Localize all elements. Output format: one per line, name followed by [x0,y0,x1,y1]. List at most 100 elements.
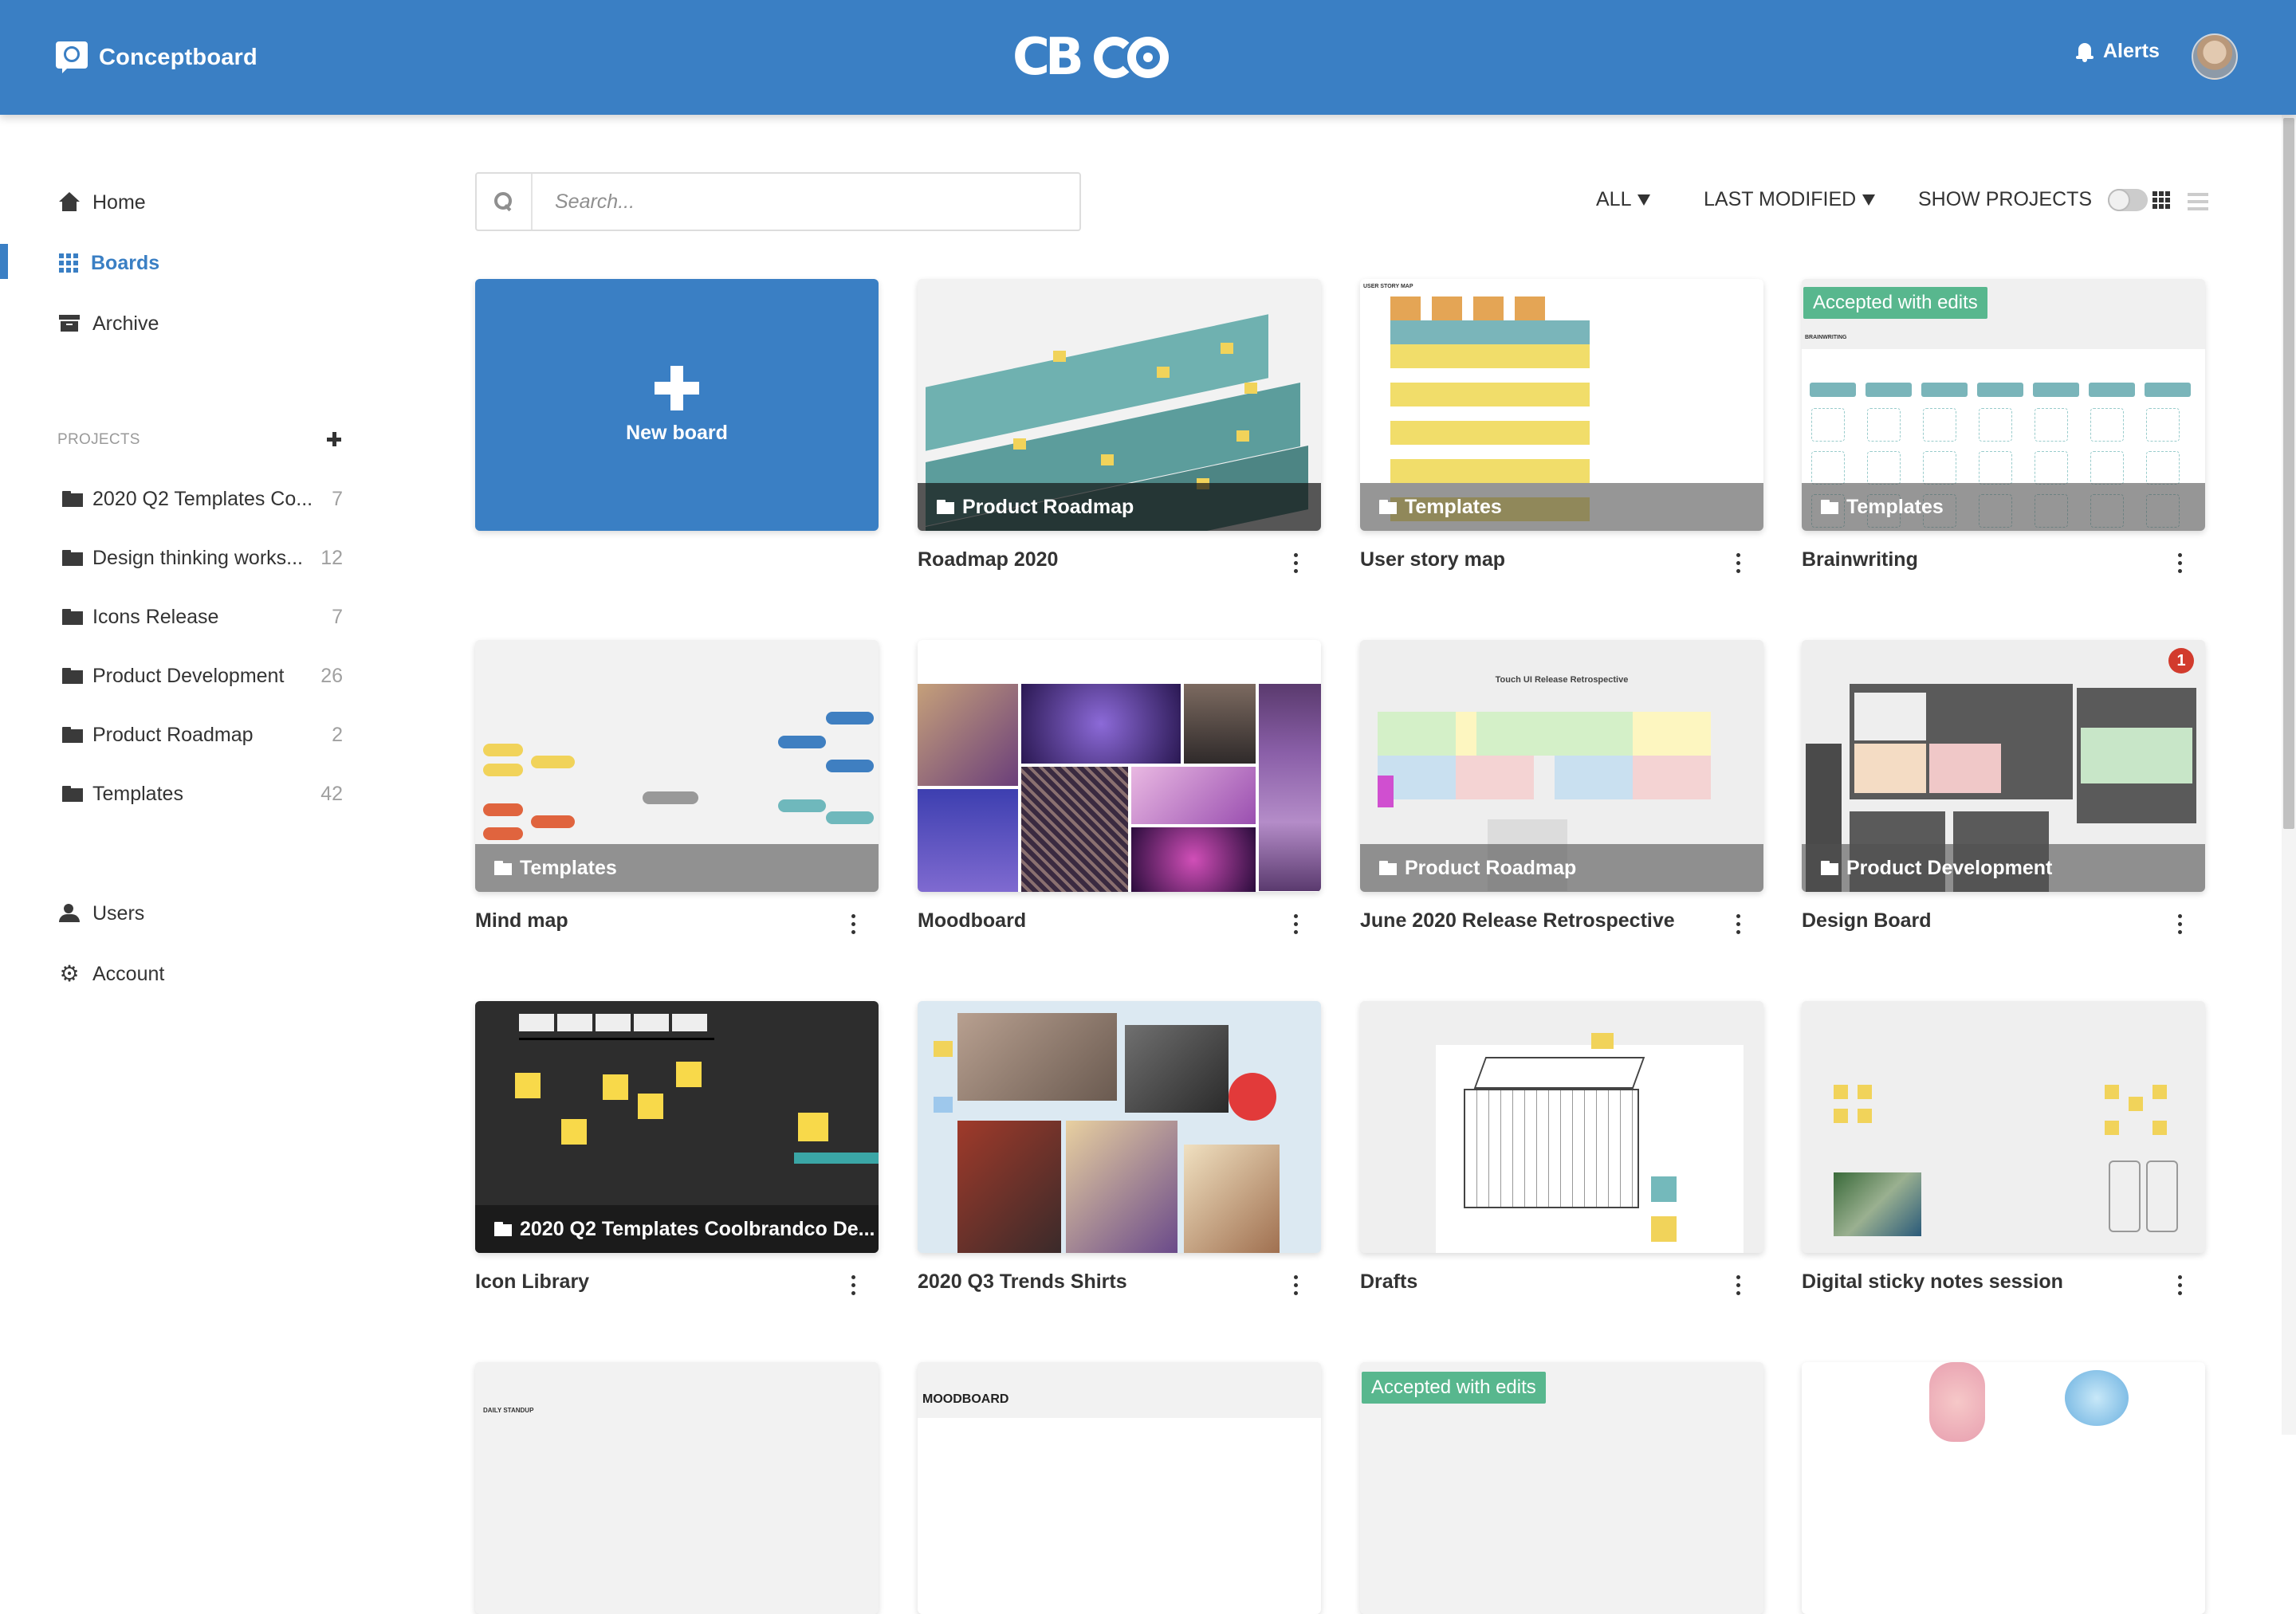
alerts-button[interactable]: Alerts [2076,40,2160,63]
thumbnail-heading: BRAINWRITING [1805,335,1847,340]
more-options-icon[interactable] [848,914,858,938]
board-thumbnail[interactable]: DAILY STANDUP [475,1362,879,1614]
board-card[interactable] [1802,1362,2205,1614]
scrollbar-thumb[interactable] [2283,118,2294,829]
board-card[interactable]: Digital sticky notes session [1802,1001,2205,1295]
board-card[interactable]: Templates Mind map [475,640,879,934]
add-project-button[interactable] [327,432,343,448]
project-count: 7 [332,605,343,628]
sort-dropdown[interactable]: LAST MODIFIED [1704,188,1876,211]
user-avatar[interactable] [2192,33,2238,80]
sticky-note [1515,296,1545,320]
board-thumbnail[interactable]: Touch UI Release Retrospective Product R… [1360,640,1763,892]
board-thumbnail[interactable]: 2020 Q2 Templates Coolbrandco De... [475,1001,879,1253]
more-options-icon[interactable] [1291,553,1300,577]
grid-view-icon[interactable] [2152,191,2170,209]
board-title[interactable]: Mind map [475,909,568,933]
folder-icon [937,500,954,514]
new-board-button[interactable]: New board [475,279,879,531]
search-input[interactable] [533,174,1079,230]
board-card[interactable]: Accepted with edits [1360,1362,1763,1614]
show-projects-label: SHOW PROJECTS [1918,188,2093,210]
project-item[interactable]: Design thinking works... 12 [62,542,343,574]
more-options-icon[interactable] [2175,553,2184,577]
board-title[interactable]: Drafts [1360,1270,1417,1294]
more-options-icon[interactable] [2175,914,2184,938]
board-title[interactable]: June 2020 Release Retrospective [1360,909,1675,933]
more-options-icon[interactable] [1733,1275,1743,1299]
board-thumbnail[interactable] [1802,1001,2205,1253]
show-projects-control: SHOW PROJECTS [1918,188,2149,211]
board-title[interactable]: Design Board [1802,909,1932,933]
top-header: Conceptboard CB Alerts [0,0,2296,115]
list-view-icon[interactable] [2188,193,2208,214]
project-name: Design thinking works... [92,546,304,569]
filter-dropdown[interactable]: ALL [1596,188,1651,211]
board-project: 2020 Q2 Templates Coolbrandco De... [520,1217,875,1240]
board-card[interactable]: DAILY STANDUP [475,1362,879,1614]
board-thumbnail[interactable]: 1 Product Development [1802,640,2205,892]
status-badge: Accepted with edits [1803,287,1987,319]
project-item[interactable]: Templates 42 [62,778,343,810]
sidebar-item-archive[interactable]: Archive [59,308,159,340]
workspace-logo[interactable]: CB [1012,32,1169,83]
more-options-icon[interactable] [848,1275,858,1299]
board-title[interactable]: Roadmap 2020 [918,548,1058,571]
search-button[interactable] [477,174,533,230]
board-title[interactable]: User story map [1360,548,1505,571]
board-card[interactable]: Moodboard [918,640,1321,934]
more-options-icon[interactable] [2175,1275,2184,1299]
filter-label: ALL [1596,188,1632,210]
folder-icon [1821,861,1838,875]
board-card[interactable]: Drafts [1360,1001,1763,1295]
show-projects-toggle[interactable] [2108,188,2149,211]
project-item[interactable]: Icons Release 7 [62,601,343,633]
board-thumbnail[interactable]: BRAINWRITING Accepted with edits Templat… [1802,279,2205,531]
folder-icon [494,861,512,875]
brand-link[interactable]: Conceptboard [56,38,258,77]
board-title[interactable]: Icon Library [475,1270,589,1294]
project-name: Icons Release [92,605,219,628]
board-thumbnail[interactable]: Accepted with edits [1360,1362,1763,1614]
board-card[interactable]: MOODBOARD [918,1362,1321,1614]
board-thumbnail[interactable]: MOODBOARD [918,1362,1321,1614]
users-icon [59,903,80,924]
board-title[interactable]: Moodboard [918,909,1026,933]
board-card[interactable]: Product Roadmap Roadmap 2020 [918,279,1321,573]
project-item[interactable]: Product Roadmap 2 [62,719,343,751]
sidebar-item-users[interactable]: Users [59,897,144,929]
board-card[interactable]: BRAINWRITING Accepted with edits Templat… [1802,279,2205,573]
thumbnail-heading: Touch UI Release Retrospective [1495,675,1629,685]
board-thumbnail[interactable]: Templates [475,640,879,892]
board-card[interactable]: Touch UI Release Retrospective Product R… [1360,640,1763,934]
folder-icon [494,1222,512,1236]
board-card[interactable]: 2020 Q2 Templates Coolbrandco De... Icon… [475,1001,879,1295]
board-thumbnail[interactable] [1360,1001,1763,1253]
board-title[interactable]: Brainwriting [1802,548,1918,571]
conceptboard-logo-icon [56,41,88,73]
more-options-icon[interactable] [1733,553,1743,577]
project-item[interactable]: 2020 Q2 Templates Co... 7 [62,483,343,515]
board-thumbnail[interactable]: Product Roadmap [918,279,1321,531]
board-card[interactable]: 1 Product Development Design Board [1802,640,2205,934]
project-item[interactable]: Product Development 26 [62,660,343,692]
board-card[interactable]: 2020 Q3 Trends Shirts [918,1001,1321,1295]
board-thumbnail[interactable] [1802,1362,2205,1614]
folder-icon [62,609,83,625]
project-count: 7 [332,487,343,510]
board-title[interactable]: Digital sticky notes session [1802,1270,2063,1294]
plus-icon [655,365,699,410]
more-options-icon[interactable] [1733,914,1743,938]
more-options-icon[interactable] [1291,1275,1300,1299]
board-thumbnail[interactable] [918,1001,1321,1253]
sidebar-item-home[interactable]: Home [59,187,146,218]
sidebar-item-boards[interactable]: Boards [59,247,159,279]
sidebar-item-account[interactable]: ⚙ Account [59,958,164,990]
board-title[interactable]: 2020 Q3 Trends Shirts [918,1270,1127,1294]
board-thumbnail[interactable]: USER STORY MAP Templates [1360,279,1763,531]
more-options-icon[interactable] [1291,914,1300,938]
sticky-note [1390,296,1421,320]
board-thumbnail[interactable] [918,640,1321,892]
board-card[interactable]: USER STORY MAP Templates User story map [1360,279,1763,573]
sidebar-item-label: Account [92,962,165,985]
